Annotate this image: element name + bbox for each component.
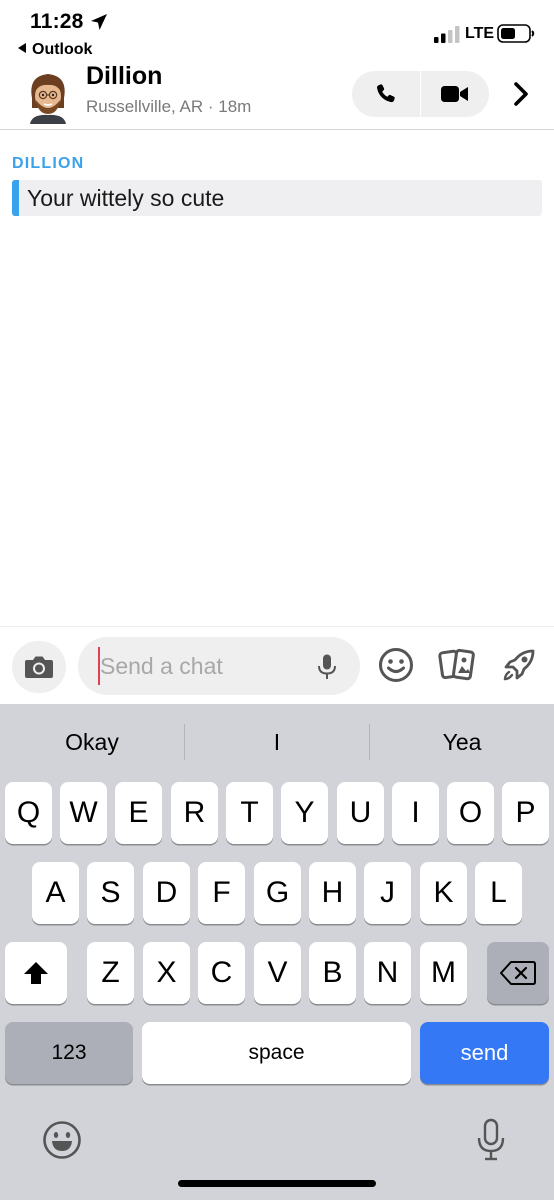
backspace-icon [500,961,536,985]
smiley-face-icon[interactable] [378,647,414,683]
message-text: Your wittely so cute [27,184,225,211]
microphone-icon[interactable] [314,653,340,681]
contact-subtitle: Russellville, AR · 18m [86,97,252,116]
dictation-microphone-icon[interactable] [476,1118,506,1162]
key-t[interactable]: T [226,782,273,844]
chat-header: Dillion Russellville, AR · 18m [0,62,554,130]
chat-composer [0,626,554,704]
suggestion-item[interactable]: I [185,729,369,756]
avatar[interactable] [24,68,72,124]
back-app-label: Outlook [32,41,93,58]
predictive-bar: Okay I Yea [0,704,554,780]
key-p[interactable]: P [502,782,549,844]
status-time: 11:28 [30,10,84,33]
memories-cards-icon[interactable] [437,647,477,683]
key-k[interactable]: K [420,862,467,924]
chat-input[interactable] [100,646,300,686]
chat-input-container[interactable] [78,637,360,695]
key-y[interactable]: Y [281,782,328,844]
shift-arrow-icon [24,962,48,984]
video-call-button[interactable] [421,71,489,117]
suggestion-item[interactable]: Okay [0,729,184,756]
voice-call-button[interactable] [352,71,420,117]
key-q[interactable]: Q [5,782,52,844]
message-bubble[interactable]: Your wittely so cute [12,180,542,216]
call-button-group [352,71,489,117]
key-r[interactable]: R [171,782,218,844]
back-to-app-link[interactable]: Outlook [18,41,92,59]
key-n[interactable]: N [364,942,411,1004]
emoji-keyboard-icon[interactable] [42,1120,82,1160]
camera-button[interactable] [12,641,66,693]
camera-icon [25,656,53,678]
key-l[interactable]: L [475,862,522,924]
suggestion-item[interactable]: Yea [370,729,554,756]
send-key[interactable]: send [420,1022,549,1084]
phone-icon [377,84,395,103]
keyboard: Okay I Yea Q W E R T Y U I O P A S D F G… [0,704,554,1200]
key-u[interactable]: U [337,782,384,844]
signal-bars-icon [434,26,460,43]
key-c[interactable]: C [198,942,245,1004]
delete-key[interactable] [487,942,549,1004]
key-m[interactable]: M [420,942,467,1004]
rocket-icon[interactable] [500,646,538,684]
network-type: LTE [465,25,495,42]
key-d[interactable]: D [143,862,190,924]
space-key[interactable]: space [142,1022,411,1084]
key-x[interactable]: X [143,942,190,1004]
key-o[interactable]: O [447,782,494,844]
key-f[interactable]: F [198,862,245,924]
shift-key[interactable] [5,942,67,1004]
key-j[interactable]: J [364,862,411,924]
key-a[interactable]: A [32,862,79,924]
key-i[interactable]: I [392,782,439,844]
location-arrow-icon [91,14,107,30]
key-s[interactable]: S [87,862,134,924]
message-sender-label: DILLION [12,155,85,172]
key-v[interactable]: V [254,942,301,1004]
key-e[interactable]: E [115,782,162,844]
key-z[interactable]: Z [87,942,134,1004]
numbers-key[interactable]: 123 [5,1022,133,1084]
home-indicator[interactable] [178,1180,376,1187]
key-g[interactable]: G [254,862,301,924]
key-b[interactable]: B [309,942,356,1004]
status-bar: 11:28 Outlook LTE [0,0,554,62]
key-w[interactable]: W [60,782,107,844]
back-triangle-icon [18,43,26,53]
battery-icon [497,24,535,43]
video-camera-icon [441,86,468,102]
contact-name[interactable]: Dillion [86,62,162,91]
key-h[interactable]: H [309,862,356,924]
chat-details-chevron-button[interactable] [508,80,534,108]
chevron-right-icon [514,82,528,106]
